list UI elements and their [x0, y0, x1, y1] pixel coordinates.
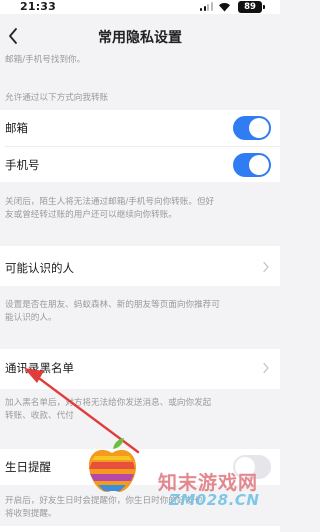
people-you-may-know-hint-line-2: 能认识的人。: [5, 313, 57, 323]
people-you-may-know-label: 可能认识的人: [5, 261, 74, 275]
page-title: 常用隐私设置: [98, 30, 182, 46]
divider: [5, 146, 280, 147]
email-transfer-label: 邮箱: [5, 121, 28, 135]
wifi-icon: [219, 3, 230, 12]
transfer-footer-line-2: 友或曾经转过账的用户还可以继续向你转账。: [5, 210, 177, 220]
chevron-right-icon: [263, 261, 269, 273]
toggle-knob: [249, 118, 269, 138]
contacts-blacklist-row[interactable]: 通讯录黑名单: [0, 349, 280, 389]
transfer-footer-line-1: 关闭后，陌生人将无法通过邮箱/手机号向你转账。但好: [5, 197, 215, 207]
email-transfer-toggle[interactable]: [233, 116, 271, 140]
people-you-may-know-hint-line-1: 设置是否在朋友、蚂蚁森林、新的朋友等页面向你推荐可: [5, 300, 220, 310]
next-card-edge: [0, 526, 280, 532]
top-hint: 邮箱/手机号找到你。: [5, 55, 86, 65]
signal-icon: [200, 2, 214, 11]
toggle-knob: [249, 155, 269, 175]
battery-icon: 89: [238, 1, 265, 13]
birthday-reminder-hint-line-2: 将收到提醒。: [5, 509, 57, 519]
battery-level: 89: [244, 2, 256, 12]
contacts-blacklist-hint-line-1: 加入黑名单后，对方将无法给你发送消息、或向你发起: [5, 398, 212, 408]
status-bar: 21:33 89: [0, 0, 280, 14]
watermark-apple-logo: [88, 438, 136, 493]
people-you-may-know-row[interactable]: 可能认识的人: [0, 246, 280, 286]
transfer-section-header: 允许通过以下方式向我转账: [5, 93, 109, 103]
transfer-options-card: 邮箱 手机号: [0, 110, 280, 182]
status-time: 21:33: [20, 0, 57, 13]
phone-transfer-toggle[interactable]: [233, 153, 271, 177]
contacts-blacklist-label: 通讯录黑名单: [5, 361, 74, 375]
contacts-blacklist-hint-line-2: 转账、收款、代付: [5, 411, 74, 421]
phone-transfer-label: 手机号: [5, 158, 40, 172]
nav-bar: 常用隐私设置: [0, 14, 280, 58]
chevron-right-icon: [263, 362, 269, 374]
birthday-reminder-label: 生日提醒: [5, 460, 51, 474]
watermark-url: ZM028.CN: [169, 491, 260, 509]
